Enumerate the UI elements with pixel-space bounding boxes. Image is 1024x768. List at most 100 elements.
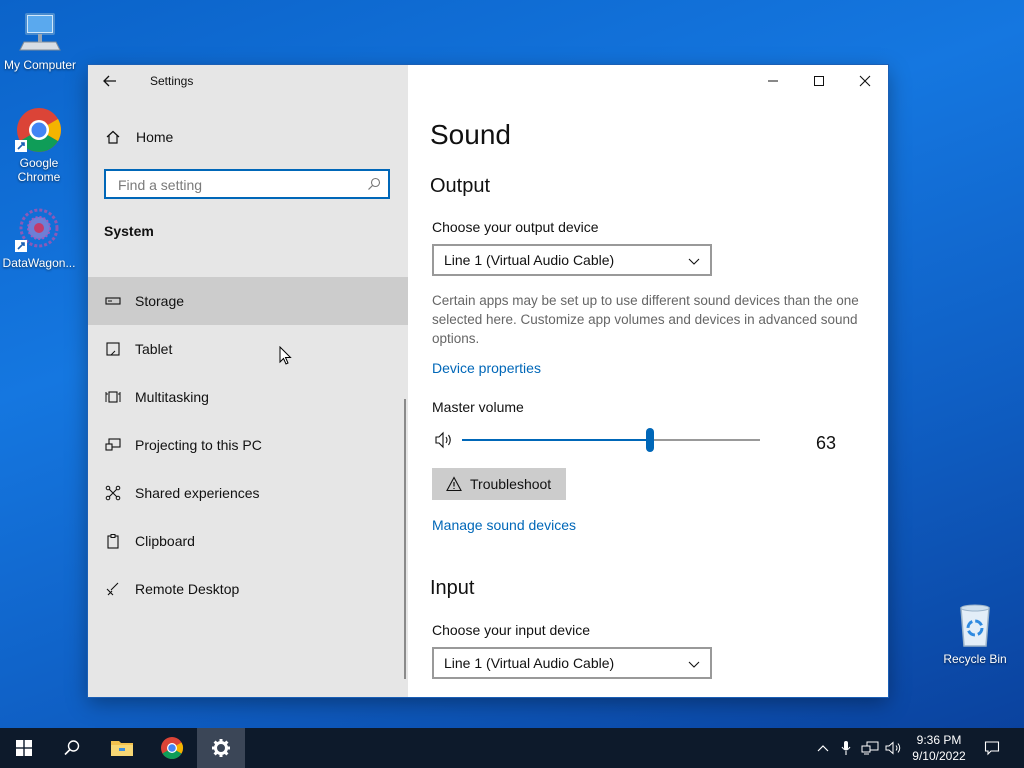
search-input[interactable] xyxy=(116,176,360,194)
output-device-value: Line 1 (Virtual Audio Cable) xyxy=(444,252,615,268)
sidebar-item-shared-experiences[interactable]: Shared experiences xyxy=(88,469,408,517)
output-description: Certain apps may be set up to use differ… xyxy=(432,293,859,346)
content-pane: Sound Output Choose your output device L… xyxy=(408,65,888,697)
sidebar-scrollbar[interactable] xyxy=(404,399,406,679)
sidebar-item-storage[interactable]: Storage xyxy=(88,277,408,325)
output-heading: Output xyxy=(430,175,491,197)
sidebar-item-label: Remote Desktop xyxy=(135,581,240,597)
chrome-icon xyxy=(15,106,63,154)
output-device-dropdown[interactable]: Line 1 (Virtual Audio Cable) xyxy=(432,244,712,276)
settings-window: Settings Home System Storage Tablet xyxy=(88,65,888,697)
back-arrow-icon xyxy=(103,75,116,87)
window-controls xyxy=(750,65,888,97)
sidebar-item-label: Clipboard xyxy=(135,533,195,549)
desktop-icon-datawagon[interactable]: DataWagon... xyxy=(0,206,79,270)
datawagon-icon xyxy=(15,206,63,254)
speaker-icon xyxy=(885,741,901,755)
volume-value: 63 xyxy=(816,433,837,453)
master-volume-label: Master volume xyxy=(432,399,524,415)
multitasking-icon xyxy=(105,389,121,405)
manage-sound-devices-link[interactable]: Manage sound devices xyxy=(432,517,576,533)
sidebar-item-label: Tablet xyxy=(135,341,173,357)
window-title: Settings xyxy=(150,74,194,88)
action-center-button[interactable] xyxy=(976,728,1008,768)
clipboard-icon xyxy=(105,533,121,549)
title-bar[interactable]: Settings xyxy=(88,65,408,99)
minimize-button[interactable] xyxy=(750,65,796,97)
desktop-icon-label: My Computer xyxy=(3,58,77,72)
home-icon xyxy=(106,130,120,144)
start-button[interactable] xyxy=(0,728,48,768)
sidebar-item-remote-desktop[interactable]: Remote Desktop xyxy=(88,565,408,613)
taskbar-chrome[interactable] xyxy=(148,728,196,768)
search-icon xyxy=(64,740,80,756)
sidebar-item-label: Shared experiences xyxy=(135,485,260,501)
taskbar-file-explorer[interactable] xyxy=(98,728,146,768)
chevron-down-icon xyxy=(688,657,700,669)
maximize-icon xyxy=(814,76,824,86)
gear-icon xyxy=(212,739,230,757)
computer-icon xyxy=(16,8,64,56)
input-device-value: Line 1 (Virtual Audio Cable) xyxy=(444,655,615,671)
windows-icon xyxy=(16,740,32,756)
desktop-icon-recycle-bin[interactable]: Recycle Bin xyxy=(935,602,1015,666)
input-device-label: Choose your input device xyxy=(432,622,590,638)
recycle-bin-icon xyxy=(951,602,999,650)
search-button[interactable] xyxy=(48,728,96,768)
chrome-icon xyxy=(161,737,183,759)
show-hidden-icons-button[interactable] xyxy=(814,728,832,768)
sidebar-item-clipboard[interactable]: Clipboard xyxy=(88,517,408,565)
desktop-icon-label: Google Chrome xyxy=(17,156,61,184)
maximize-button[interactable] xyxy=(796,65,842,97)
microphone-icon xyxy=(841,741,851,755)
volume-thumb[interactable] xyxy=(645,428,654,452)
volume-fill xyxy=(462,439,650,441)
clock-date: 9/10/2022 xyxy=(912,749,966,763)
output-device-label: Choose your output device xyxy=(432,219,599,235)
sidebar-item-label: Projecting to this PC xyxy=(135,437,262,453)
sidebar-item-multitasking[interactable]: Multitasking xyxy=(88,373,408,421)
sidebar-item-tablet[interactable]: Tablet xyxy=(88,325,408,373)
sidebar-home[interactable]: Home xyxy=(106,129,173,145)
warning-icon xyxy=(446,476,462,492)
device-properties-link[interactable]: Device properties xyxy=(432,360,541,376)
section-label-system: System xyxy=(104,223,154,239)
desktop-icon-my-computer[interactable]: My Computer xyxy=(0,8,80,72)
taskbar-settings[interactable] xyxy=(197,728,245,768)
home-label: Home xyxy=(136,129,174,145)
taskbar-clock[interactable]: 9:36 PM 9/10/2022 xyxy=(906,732,972,764)
network-icon xyxy=(861,741,879,755)
sidebar-item-label: Multitasking xyxy=(135,389,209,405)
close-button[interactable] xyxy=(842,65,888,97)
desktop-icon-label: Recycle Bin xyxy=(943,652,1007,666)
troubleshoot-button[interactable]: Troubleshoot xyxy=(432,468,566,500)
back-button[interactable] xyxy=(102,73,122,91)
chevron-down-icon xyxy=(688,254,700,266)
sidebar-item-projecting[interactable]: Projecting to this PC xyxy=(88,421,408,469)
notification-icon xyxy=(984,741,1000,756)
desktop-icon-label: DataWagon... xyxy=(2,256,76,270)
sidebar-item-label: Storage xyxy=(135,293,185,309)
remote-desktop-icon xyxy=(105,581,121,597)
network-tray-button[interactable] xyxy=(860,728,880,768)
folder-icon xyxy=(111,741,133,756)
search-icon[interactable] xyxy=(367,177,381,191)
search-box[interactable] xyxy=(104,169,390,199)
input-device-dropdown[interactable]: Line 1 (Virtual Audio Cable) xyxy=(432,647,712,679)
master-volume-slider[interactable] xyxy=(462,428,760,452)
desktop-icon-google-chrome[interactable]: Google Chrome xyxy=(0,106,79,184)
chevron-up-icon xyxy=(817,745,829,752)
troubleshoot-label: Troubleshoot xyxy=(470,476,552,492)
microphone-tray-button[interactable] xyxy=(838,728,854,768)
speaker-icon[interactable] xyxy=(434,431,454,449)
sidebar: Settings Home System Storage Tablet xyxy=(88,65,408,697)
mouse-cursor-icon xyxy=(279,345,293,366)
input-heading: Input xyxy=(430,577,475,599)
projecting-icon xyxy=(105,437,121,453)
close-icon xyxy=(859,75,871,87)
clock-time: 9:36 PM xyxy=(916,733,962,747)
tablet-icon xyxy=(105,341,121,357)
volume-tray-button[interactable] xyxy=(884,728,904,768)
shared-experiences-icon xyxy=(105,485,121,501)
storage-icon xyxy=(105,293,121,309)
